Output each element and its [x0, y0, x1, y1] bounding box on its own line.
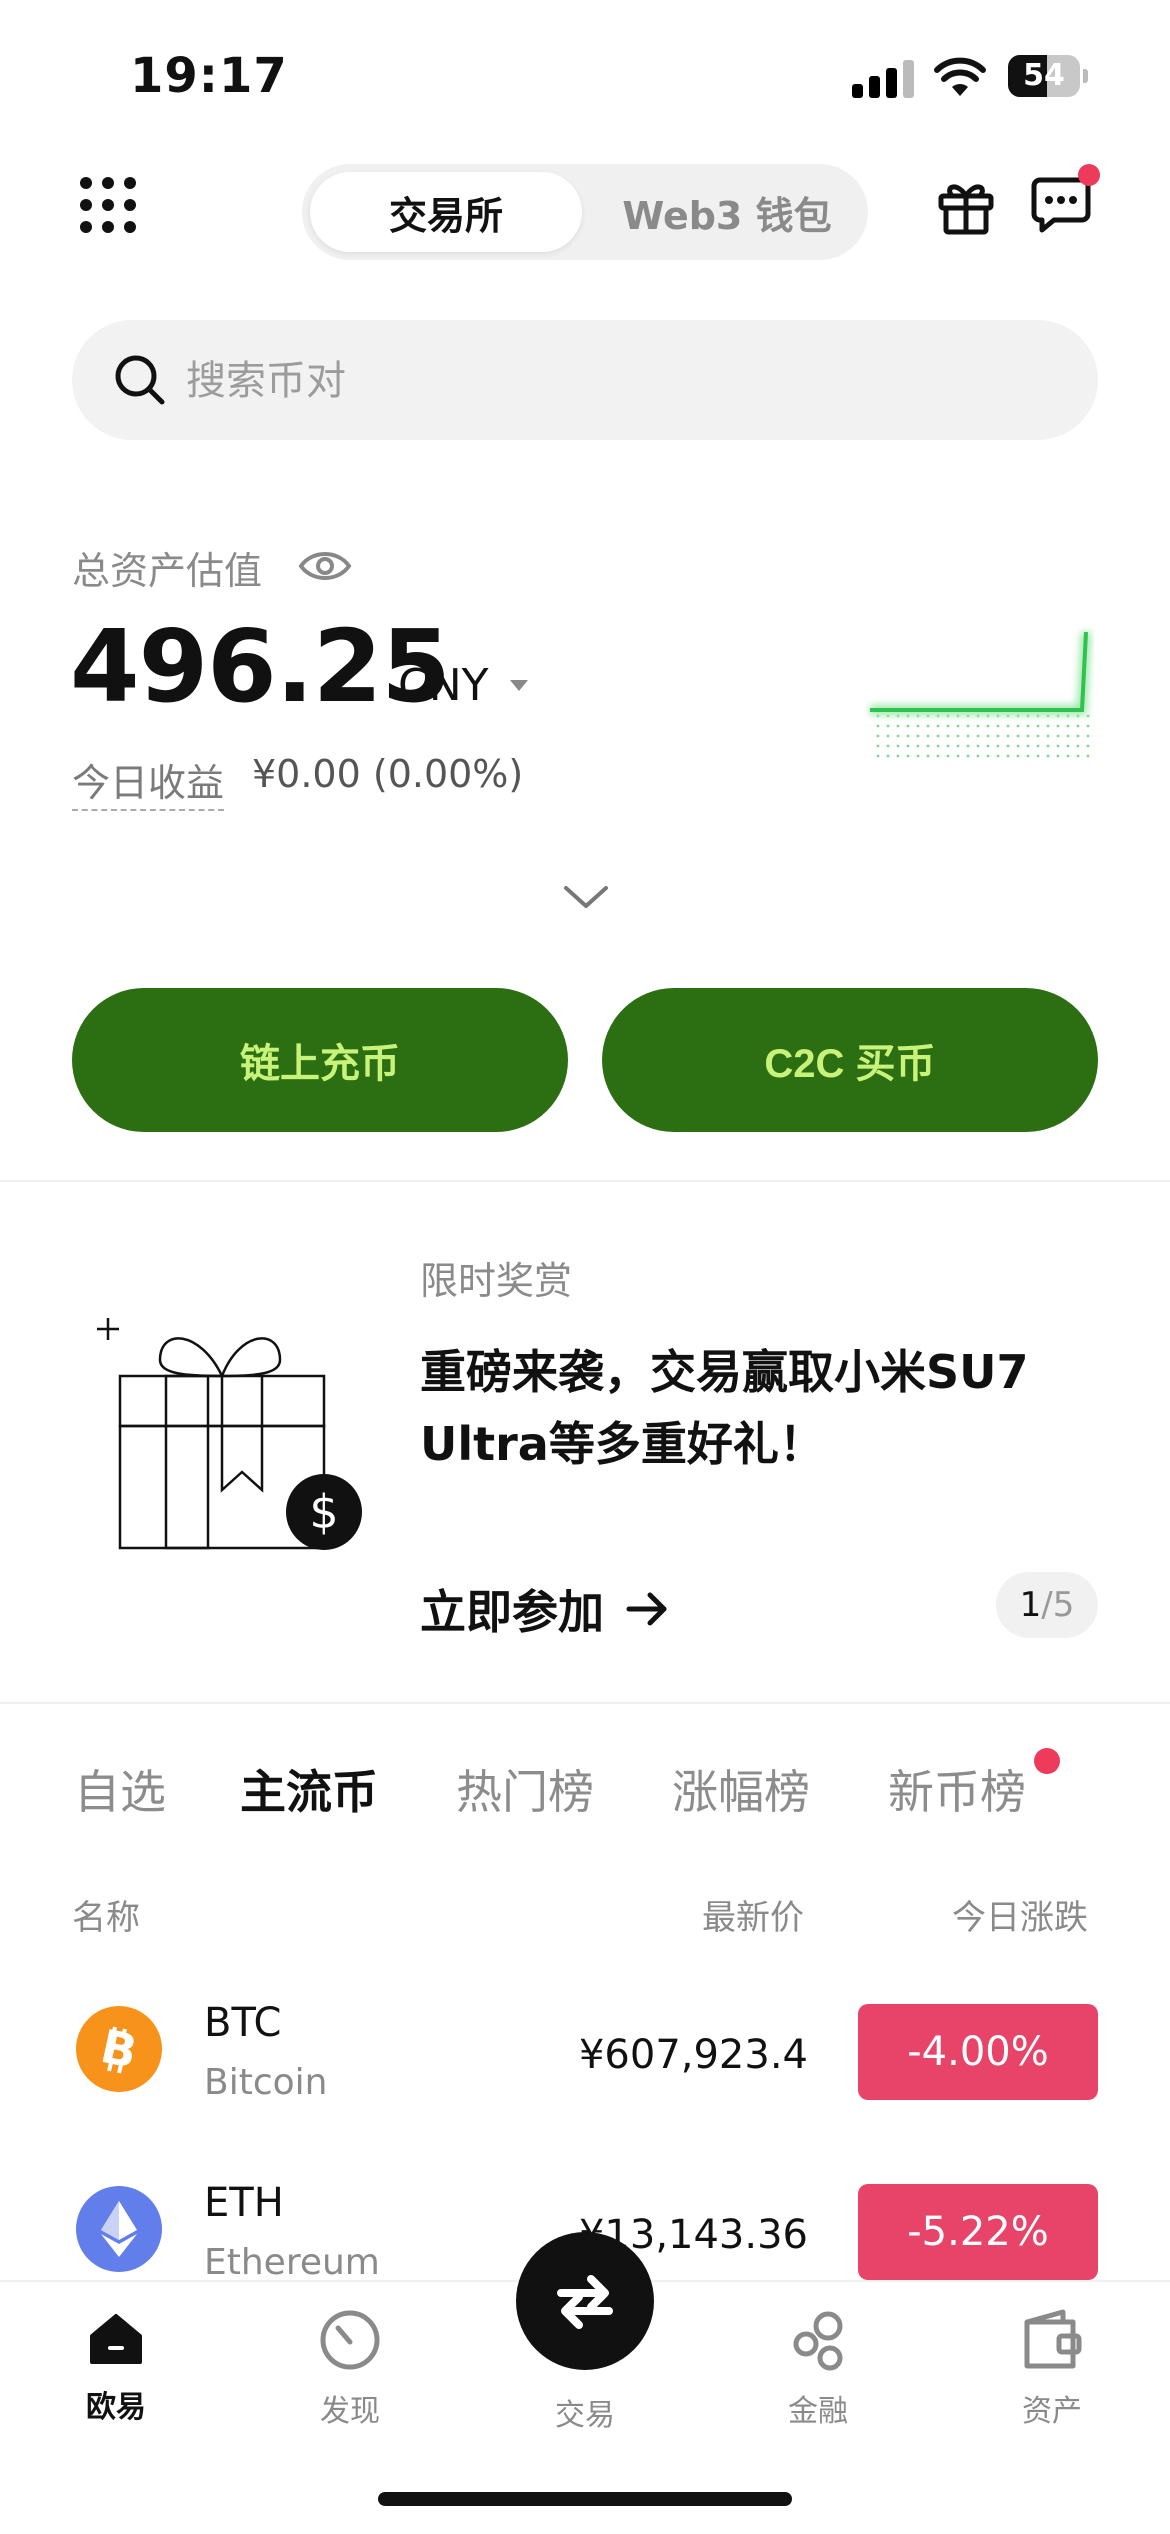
- finance-icon: [793, 2311, 843, 2371]
- svg-text:$: $: [309, 1485, 338, 1539]
- promo-title[interactable]: 重磅来袭，交易赢取小米SU7 Ultra等多重好礼！: [420, 1336, 1060, 1480]
- section-divider: [0, 1702, 1170, 1704]
- nav-discover[interactable]: 发现: [270, 2308, 430, 2430]
- nav-assets[interactable]: 资产: [972, 2308, 1132, 2430]
- coin-name: Ethereum: [204, 2242, 380, 2280]
- swap-arrows-icon: [557, 2275, 613, 2329]
- discover-icon: [320, 2310, 380, 2370]
- apps-grid-icon[interactable]: [80, 177, 136, 233]
- tab-gainers[interactable]: 涨幅榜: [672, 1756, 810, 1822]
- eye-icon[interactable]: [298, 546, 352, 586]
- tab-new-listings[interactable]: 新币榜: [888, 1756, 1026, 1822]
- join-now-label: 立即参加: [420, 1585, 604, 1639]
- ethereum-icon: [76, 2186, 162, 2272]
- cellular-signal-icon: [852, 58, 916, 98]
- search-bar[interactable]: [72, 320, 1098, 440]
- tab-hot[interactable]: 热门榜: [456, 1756, 594, 1822]
- table-row[interactable]: B BTC Bitcoin ¥607,923.4 -4.00%: [0, 1980, 1170, 2130]
- status-time: 19:17: [130, 48, 288, 104]
- pager-current: 1: [1019, 1585, 1042, 1625]
- nav-finance-label: 金融: [788, 2394, 848, 2429]
- chevron-down-icon[interactable]: [562, 884, 610, 912]
- deposit-button[interactable]: 链上充币: [72, 988, 568, 1132]
- nav-trade[interactable]: 交易: [505, 2376, 665, 2434]
- currency-selector[interactable]: CNY: [398, 660, 489, 711]
- column-change[interactable]: 今日涨跌: [952, 1890, 1088, 1939]
- coin-price: ¥607,923.4: [578, 2032, 808, 2078]
- tab-mainstream[interactable]: 主流币: [240, 1756, 378, 1822]
- column-name[interactable]: 名称: [72, 1890, 140, 1939]
- notification-badge: [1078, 164, 1100, 186]
- search-input[interactable]: [184, 344, 1048, 418]
- new-listings-badge: [1034, 1748, 1060, 1774]
- tab-favorites[interactable]: 自选: [74, 1756, 166, 1822]
- tab-web3-wallet[interactable]: Web3 钱包: [592, 172, 862, 252]
- battery-icon: 54: [1008, 55, 1088, 97]
- search-icon: [115, 355, 165, 405]
- section-divider: [0, 1180, 1170, 1182]
- change-badge[interactable]: -4.00%: [858, 2004, 1098, 2100]
- mode-switch: 交易所 Web3 钱包: [302, 164, 868, 260]
- c2c-buy-button[interactable]: C2C 买币: [602, 988, 1098, 1132]
- nav-trade-label: 交易: [555, 2398, 615, 2433]
- gift-icon[interactable]: [936, 176, 996, 236]
- caret-down-icon[interactable]: [510, 680, 528, 691]
- tab-exchange[interactable]: 交易所: [310, 172, 582, 252]
- assets-sparkline: [870, 631, 1091, 762]
- column-last-price[interactable]: 最新价: [702, 1890, 804, 1939]
- messages-button[interactable]: [1030, 164, 1102, 240]
- total-assets-value: 496.25: [70, 608, 451, 725]
- today-pnl-label[interactable]: 今日收益: [72, 752, 225, 811]
- pager-total: 5: [1052, 1585, 1075, 1625]
- wifi-icon: [934, 57, 986, 96]
- home-indicator[interactable]: [378, 2492, 792, 2506]
- battery-level: 54: [1023, 58, 1065, 93]
- trade-swap-button[interactable]: [516, 2232, 654, 2370]
- home-icon: [90, 2314, 142, 2364]
- wallet-icon: [1024, 2309, 1082, 2369]
- coin-name: Bitcoin: [204, 2062, 328, 2103]
- nav-home-label: 欧易: [86, 2390, 146, 2425]
- gift-box-illustration: $: [97, 1318, 362, 1550]
- join-now-link[interactable]: 立即参加: [420, 1576, 670, 1642]
- today-pnl-value: ¥0.00 (0.00%): [252, 752, 524, 796]
- promo-pager: 1/5: [996, 1572, 1098, 1638]
- nav-home[interactable]: 欧易: [36, 2308, 196, 2426]
- nav-assets-label: 资产: [1022, 2394, 1082, 2429]
- nav-finance[interactable]: 金融: [738, 2308, 898, 2430]
- bitcoin-icon: B: [76, 2006, 162, 2092]
- arrow-right-icon: [626, 1592, 667, 1626]
- coin-symbol: ETH: [204, 2180, 284, 2226]
- nav-discover-label: 发现: [320, 2394, 380, 2429]
- promo-subtitle: 限时奖赏: [420, 1259, 573, 1303]
- change-badge[interactable]: -5.22%: [858, 2184, 1098, 2280]
- coin-symbol: BTC: [204, 2000, 282, 2046]
- total-assets-label: 总资产估值: [72, 549, 263, 593]
